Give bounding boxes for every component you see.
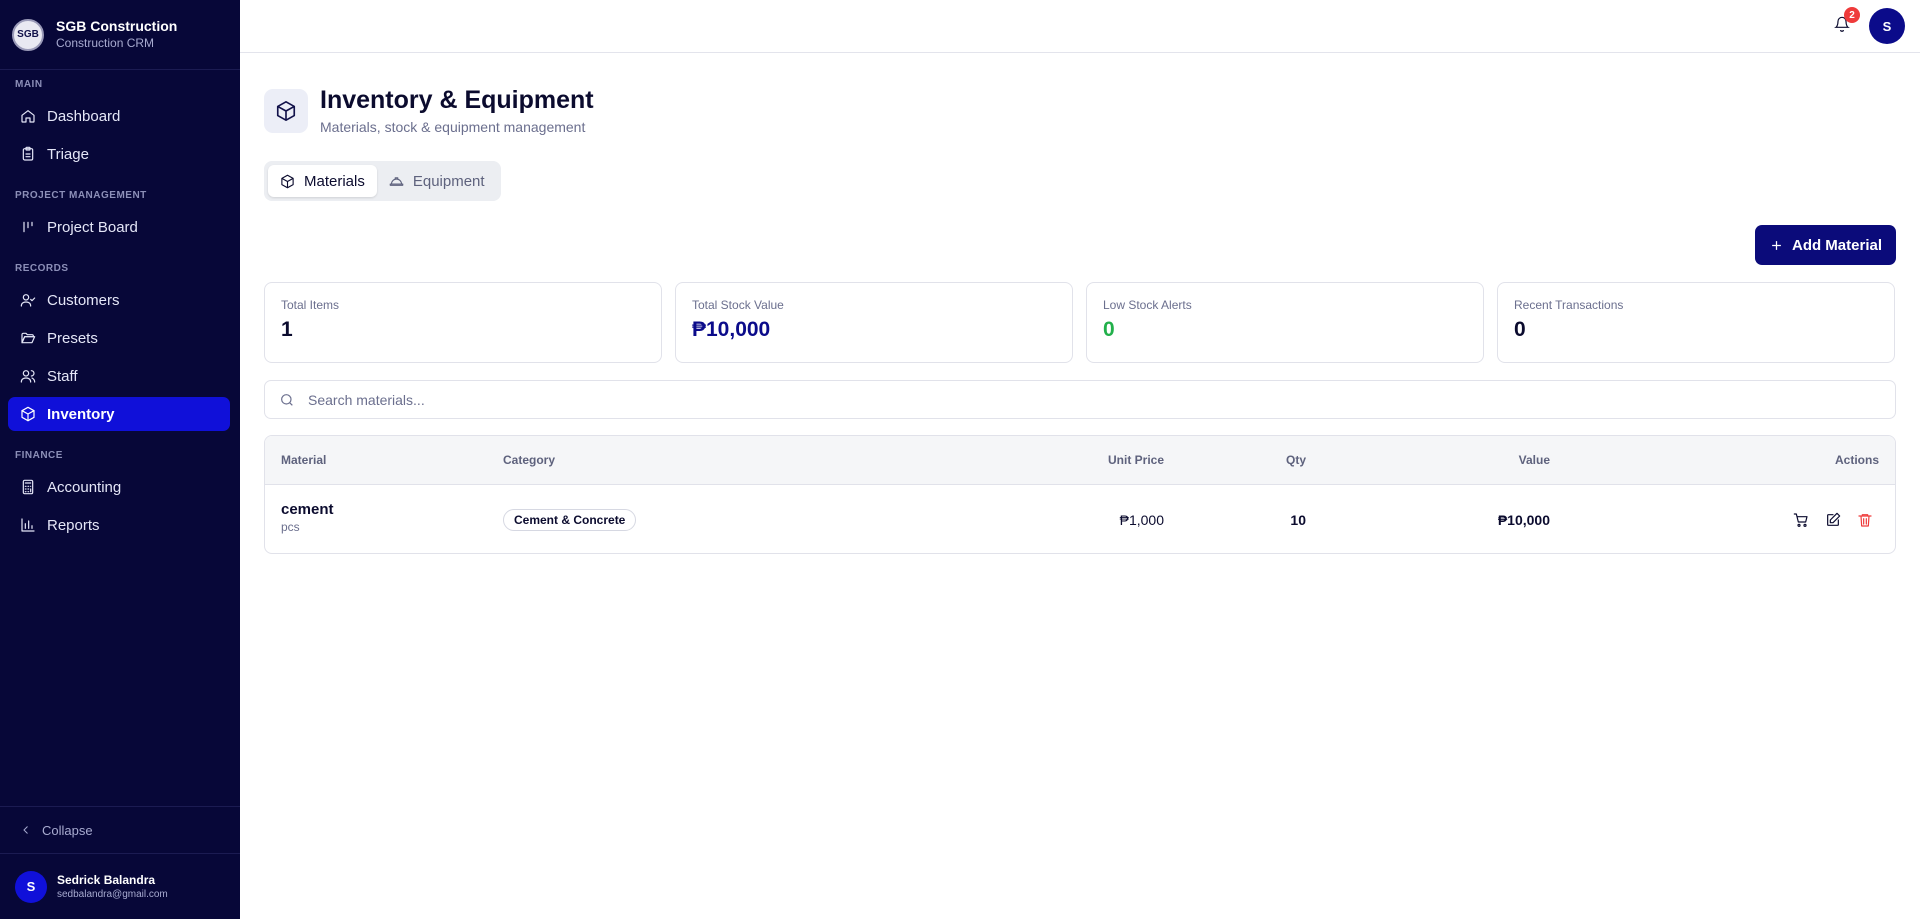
stat-card-recent-transactions: Recent Transactions 0: [1497, 282, 1895, 363]
cart-icon: [1793, 513, 1808, 527]
package-icon: [21, 406, 35, 422]
sidebar-item-project-board[interactable]: Project Board: [8, 210, 230, 244]
stock-value: ₱10,000: [1497, 512, 1550, 528]
sidebar-item-label: Reports: [47, 516, 100, 534]
search-icon: [281, 393, 293, 406]
sidebar-item-label: Project Board: [47, 218, 138, 236]
user-email: sedbalandra@gmail.com: [57, 888, 168, 900]
column-header-material: Material: [281, 453, 327, 467]
unit-price: ₱1,000: [1119, 512, 1164, 528]
tab-equipment[interactable]: Equipment: [377, 165, 497, 197]
stat-label: Total Stock Value: [692, 298, 784, 312]
sidebar-item-label: Customers: [47, 291, 120, 309]
collapse-label: Collapse: [42, 822, 93, 838]
sidebar: SGB SGB Construction Construction CRM MA…: [0, 0, 240, 919]
delete-button[interactable]: [1855, 510, 1875, 530]
add-material-label: Add Material: [1791, 236, 1882, 254]
sidebar-item-label: Accounting: [47, 478, 122, 496]
sidebar-item-triage[interactable]: Triage: [8, 137, 230, 171]
stat-label: Low Stock Alerts: [1103, 298, 1192, 312]
company-logo: SGB: [12, 18, 44, 51]
clipboard-icon: [22, 146, 34, 161]
sidebar-item-label: Triage: [47, 145, 89, 163]
section-label-finance: FINANCE: [15, 450, 63, 461]
section-label-main: MAIN: [15, 79, 43, 90]
column-header-value: Value: [1518, 453, 1550, 467]
kanban-icon: [23, 221, 33, 233]
column-header-category: Category: [503, 453, 556, 467]
notification-badge: 2: [1844, 7, 1860, 23]
chevron-left-icon: [23, 826, 28, 834]
sidebar-item-customers[interactable]: Customers: [8, 283, 230, 317]
sidebar-item-staff[interactable]: Staff: [8, 359, 230, 393]
category-badge: Cement & Concrete: [503, 509, 637, 531]
package-icon: [276, 101, 296, 121]
page-icon: [264, 89, 308, 133]
stat-value: 0: [1514, 318, 1526, 341]
tab-label: Equipment: [412, 172, 485, 190]
sidebar-item-label: Staff: [47, 367, 78, 385]
materials-table: Material Category Unit Price Qty Value A…: [264, 435, 1896, 554]
trash-icon: [1858, 514, 1872, 527]
app-subtitle: Construction CRM: [56, 35, 155, 50]
sidebar-item-presets[interactable]: Presets: [8, 321, 230, 355]
column-header-actions: Actions: [1834, 453, 1879, 467]
edit-button[interactable]: [1823, 510, 1843, 530]
tab-materials[interactable]: Materials: [268, 165, 377, 197]
stat-label: Total Items: [281, 298, 340, 312]
section-label-records: RECORDS: [15, 263, 69, 274]
topbar: 2 S: [240, 0, 1920, 53]
stat-value: 1: [281, 318, 293, 341]
stat-value: ₱10,000: [692, 318, 771, 341]
sidebar-item-reports[interactable]: Reports: [8, 508, 230, 542]
section-label-project-management: PROJECT MANAGEMENT: [15, 190, 147, 201]
collapse-button[interactable]: Collapse: [0, 806, 240, 854]
stat-card-low-stock-alerts: Low Stock Alerts 0: [1086, 282, 1484, 363]
sidebar-item-label: Presets: [47, 329, 98, 347]
bar-chart-icon: [21, 518, 35, 532]
quantity: 10: [1290, 512, 1306, 528]
search-input[interactable]: [308, 391, 1808, 408]
tab-list: Materials Equipment: [264, 161, 501, 201]
user-check-icon: [20, 294, 36, 307]
page-subtitle: Materials, stock & equipment management: [320, 119, 586, 135]
users-icon: [20, 370, 36, 383]
column-header-unit-price: Unit Price: [1107, 453, 1164, 467]
plus-icon: [1772, 240, 1781, 250]
app-name: SGB Construction: [56, 17, 178, 34]
column-header-qty: Qty: [1285, 453, 1306, 467]
stat-card-total-stock-value: Total Stock Value ₱10,000: [675, 282, 1073, 363]
home-icon: [21, 110, 35, 123]
hard-hat-icon: [389, 176, 404, 186]
search-bar: [264, 380, 1896, 419]
user-name: Sedrick Balandra: [57, 872, 156, 887]
sidebar-item-dashboard[interactable]: Dashboard: [8, 99, 230, 133]
folder-open-icon: [21, 332, 36, 344]
stat-card-total-items: Total Items 1: [264, 282, 662, 363]
sidebar-item-accounting[interactable]: Accounting: [8, 470, 230, 504]
sidebar-item-label: Inventory: [47, 405, 115, 423]
user-profile[interactable]: S Sedrick Balandra sedbalandra@gmail.com: [0, 854, 240, 919]
purchase-button[interactable]: [1791, 510, 1811, 530]
table-header: Material Category Unit Price Qty Value A…: [265, 436, 1895, 485]
sidebar-item-label: Dashboard: [47, 107, 121, 125]
package-icon: [281, 174, 294, 188]
stat-value: 0: [1103, 318, 1115, 341]
avatar[interactable]: S: [1869, 8, 1905, 44]
add-material-button[interactable]: Add Material: [1755, 225, 1896, 265]
page-title: Inventory & Equipment: [320, 86, 594, 114]
brand[interactable]: SGB SGB Construction Construction CRM: [0, 0, 240, 70]
material-name: cement: [281, 501, 334, 518]
edit-icon: [1827, 512, 1841, 526]
stat-label: Recent Transactions: [1514, 298, 1624, 312]
material-unit: pcs: [281, 520, 300, 534]
tab-label: Materials: [304, 172, 365, 190]
sidebar-item-inventory[interactable]: Inventory: [8, 397, 230, 431]
calculator-icon: [22, 479, 34, 495]
avatar: S: [15, 870, 47, 903]
